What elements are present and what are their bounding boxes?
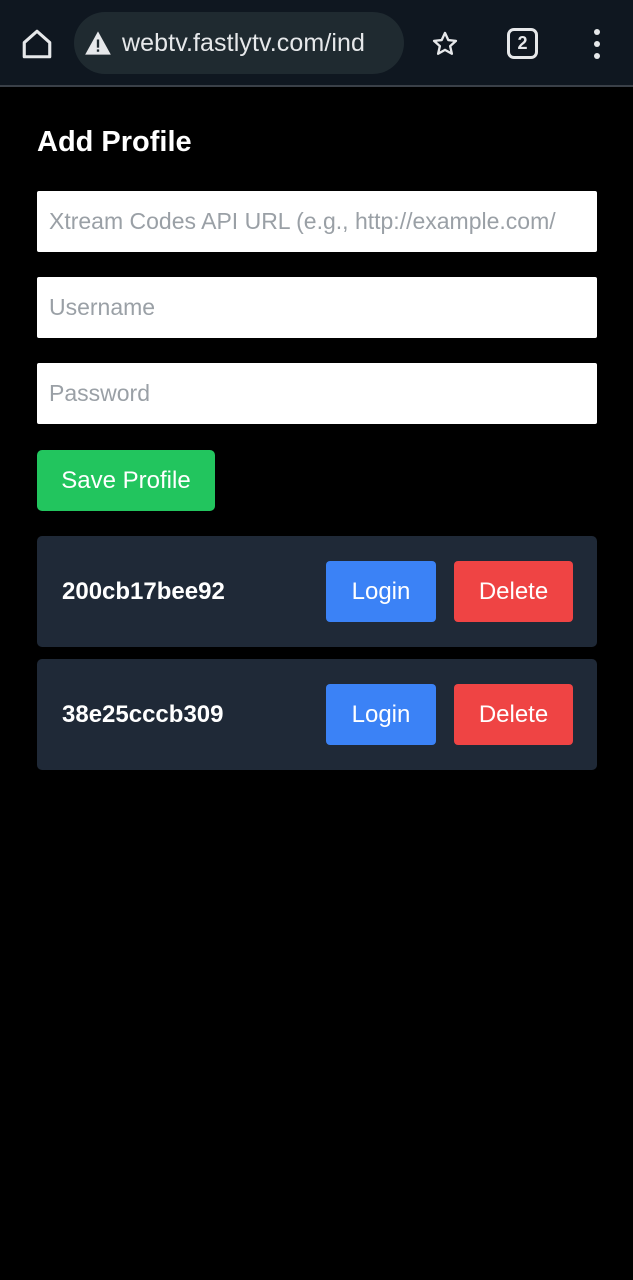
browser-toolbar: webtv.fastlytv.com/ind 2: [0, 0, 633, 87]
tab-count: 2: [517, 33, 528, 53]
login-button[interactable]: Login: [326, 684, 436, 745]
tab-switcher-icon[interactable]: 2: [507, 28, 538, 59]
username-input[interactable]: [37, 277, 597, 338]
login-button[interactable]: Login: [326, 561, 436, 622]
address-bar[interactable]: webtv.fastlytv.com/ind: [74, 12, 404, 74]
more-vert-icon[interactable]: [582, 24, 612, 64]
password-input[interactable]: [37, 363, 597, 424]
profile-name: 200cb17bee92: [62, 578, 225, 605]
warning-icon[interactable]: [84, 29, 112, 57]
star-icon[interactable]: [426, 25, 464, 63]
profile-card: 38e25cccb309 Login Delete: [37, 659, 597, 770]
profile-card: 200cb17bee92 Login Delete: [37, 536, 597, 647]
address-text[interactable]: webtv.fastlytv.com/ind: [122, 29, 365, 58]
delete-button[interactable]: Delete: [454, 561, 573, 622]
home-icon[interactable]: [15, 22, 59, 66]
save-profile-button[interactable]: Save Profile: [37, 450, 215, 511]
page-title: Add Profile: [37, 126, 192, 158]
profile-name: 38e25cccb309: [62, 701, 224, 728]
delete-button[interactable]: Delete: [454, 684, 573, 745]
api-url-input[interactable]: [37, 191, 597, 252]
